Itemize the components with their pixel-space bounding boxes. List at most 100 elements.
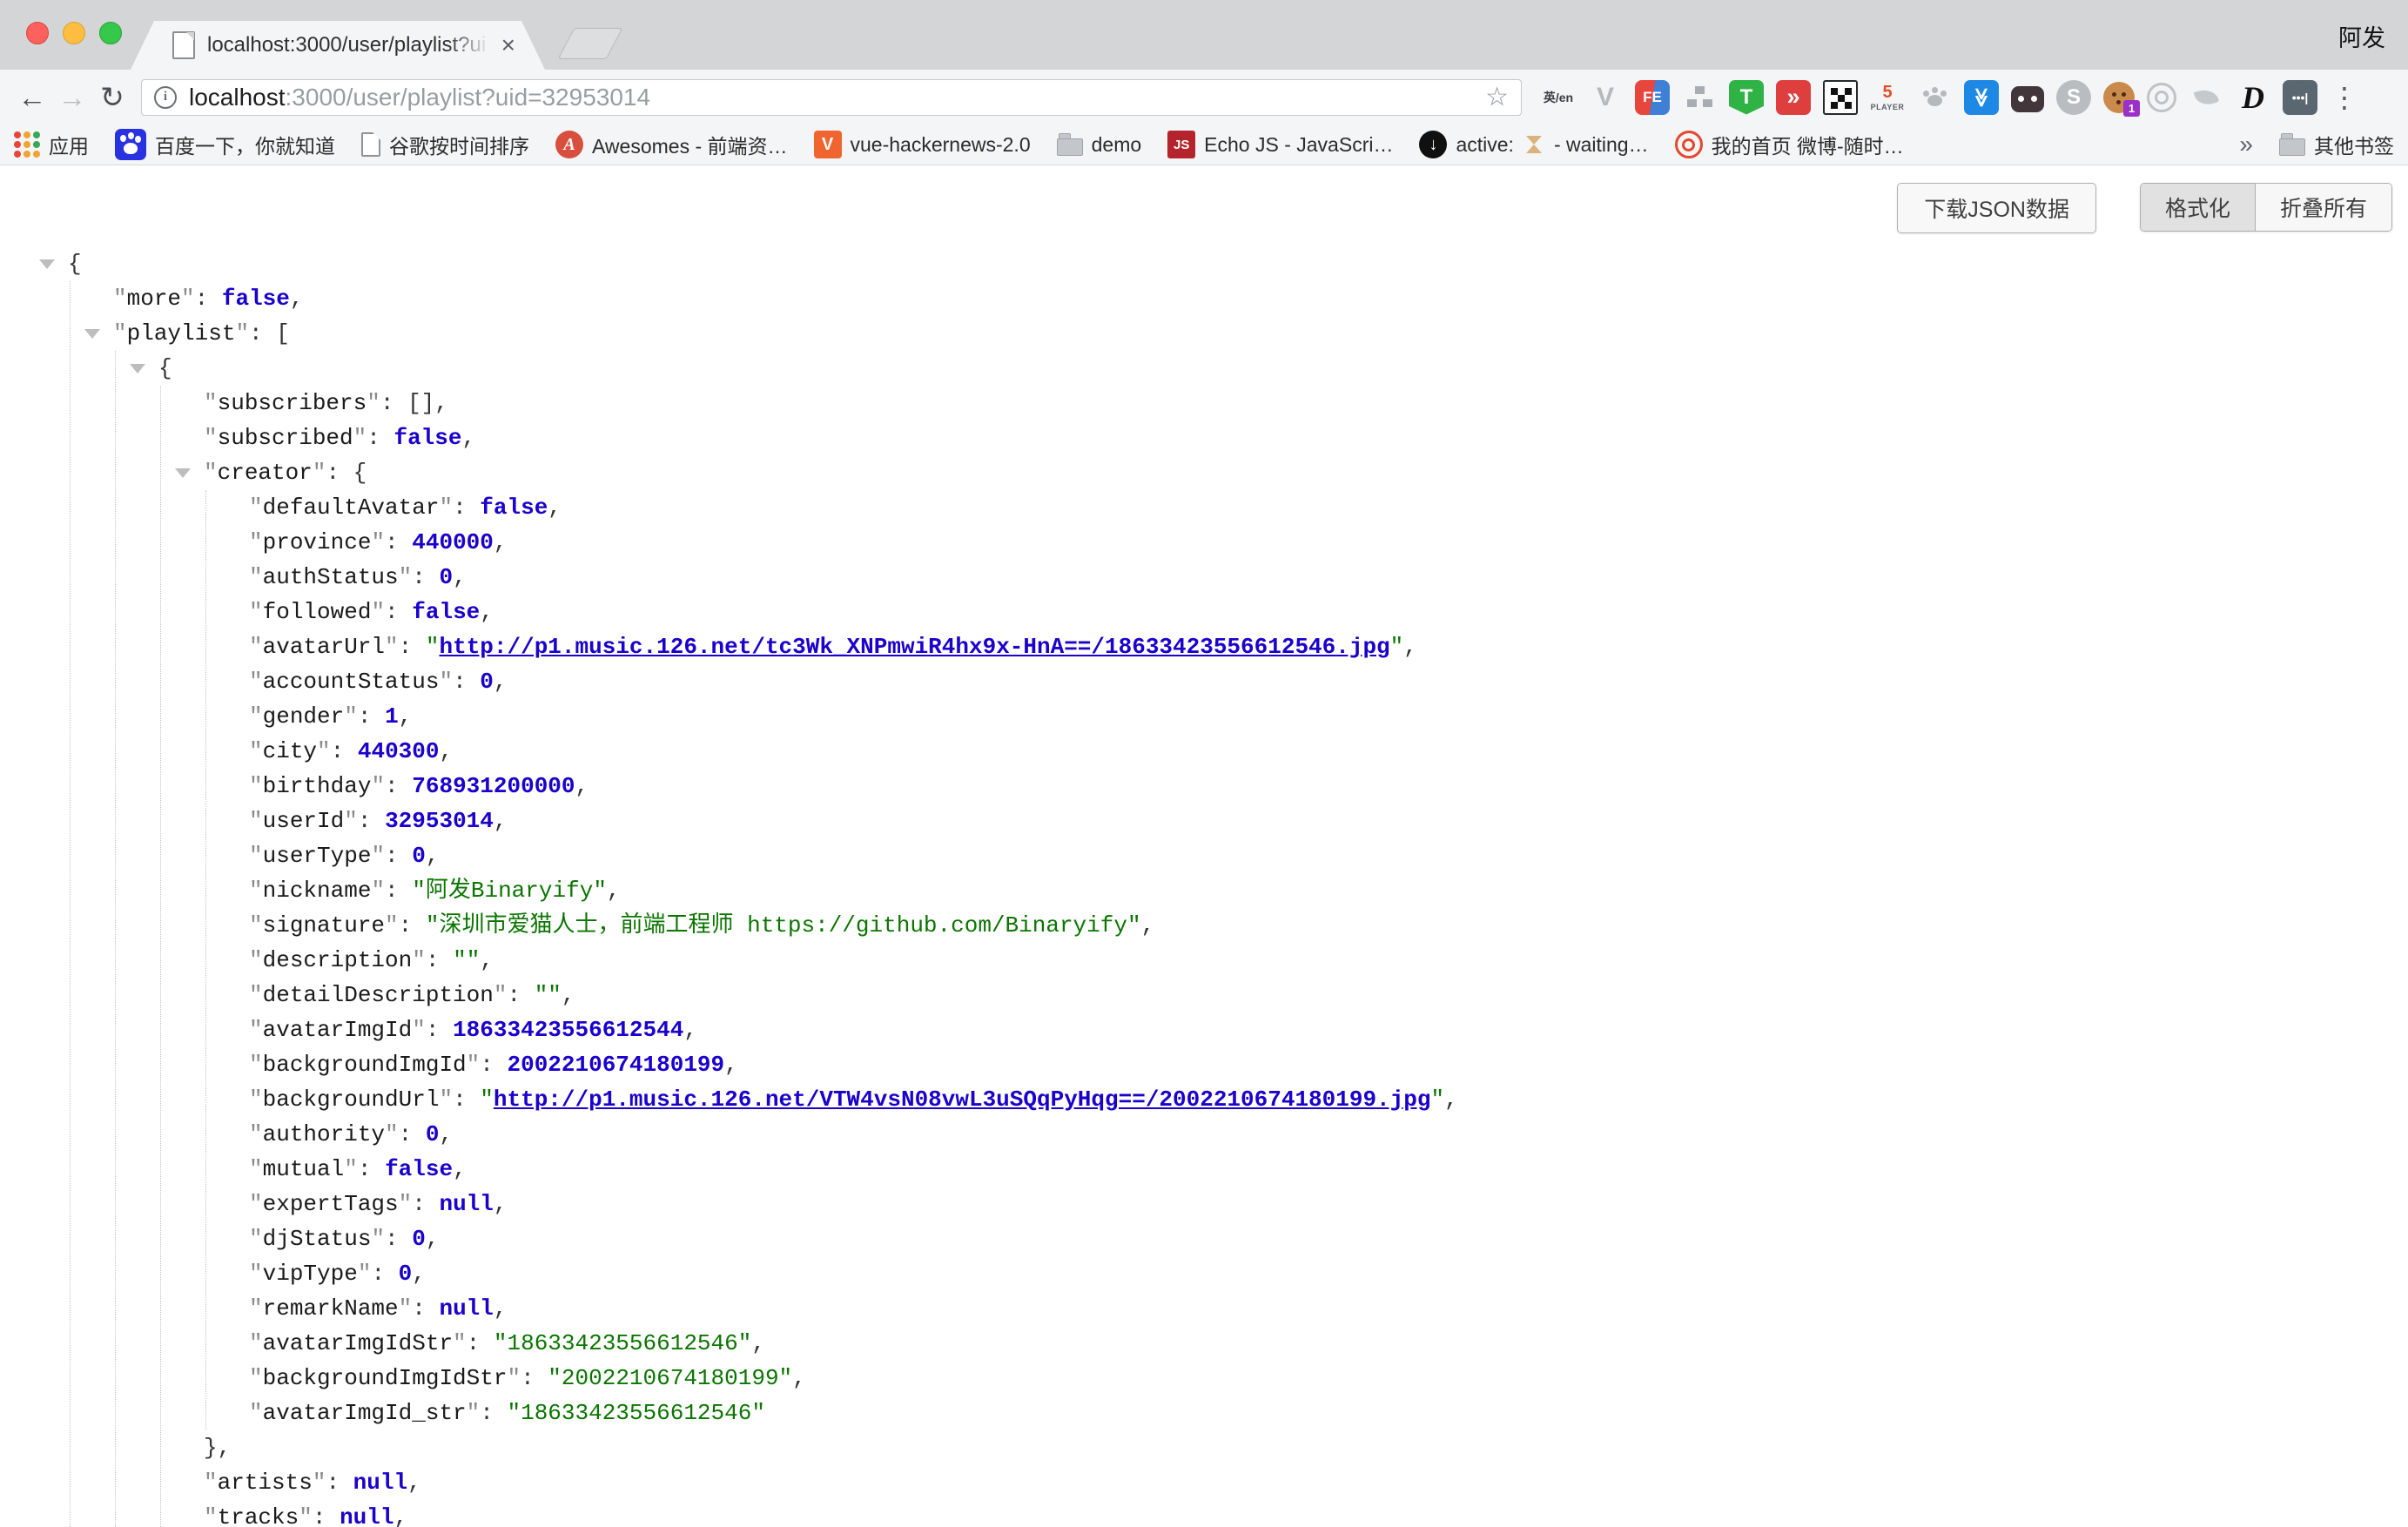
bookmark-apps[interactable]: 应用 <box>14 130 89 159</box>
new-tab-button[interactable] <box>557 28 622 59</box>
bookmark-label: - waiting… <box>1554 133 1649 157</box>
json-line: "artists": null, <box>0 1465 2408 1500</box>
collapse-triangle-icon[interactable] <box>175 468 191 478</box>
vue-devtools-icon[interactable]: V <box>1588 80 1623 115</box>
page-content: 下载JSON数据 格式化 折叠所有 {"more": false,"playli… <box>0 165 2408 1527</box>
bookmark-demo[interactable]: demo <box>1057 133 1142 157</box>
d-logo-icon[interactable]: D <box>2236 80 2270 115</box>
collapse-triangle-icon[interactable] <box>130 364 145 373</box>
forward-button[interactable]: → <box>52 83 92 111</box>
toolbar: ← → ↻ i localhost:3000/user/playlist?uid… <box>0 70 2408 124</box>
bookmark-label: 应用 <box>49 130 89 159</box>
json-line: { <box>0 246 2408 281</box>
bookmarks-overflow-icon[interactable]: » <box>2239 131 2253 158</box>
json-line: "userType": 0, <box>0 838 2408 873</box>
collapse-all-button[interactable]: 折叠所有 <box>2256 184 2391 231</box>
json-line: "city": 440300, <box>0 734 2408 769</box>
json-line: "remarkName": null, <box>0 1291 2408 1326</box>
collapse-triangle-icon[interactable] <box>84 329 100 339</box>
apps-grid-icon <box>14 131 40 158</box>
json-line: "defaultAvatar": false, <box>0 490 2408 525</box>
bookmark-weibo[interactable]: 我的首页 微博-随时… <box>1675 130 1904 159</box>
qrcode-icon[interactable] <box>1823 80 1858 115</box>
indent-guide <box>115 351 116 1527</box>
bookmark-star-icon[interactable]: ☆ <box>1485 84 1509 111</box>
tab-strip: localhost:3000/user/playlist?ui × 阿发 <box>0 0 2408 70</box>
json-line: "avatarImgId_str": "18633423556612546" <box>0 1396 2408 1430</box>
back-button[interactable]: ← <box>12 83 52 111</box>
bookmark-label: 谷歌按时间排序 <box>389 130 529 159</box>
json-line: "birthday": 768931200000, <box>0 769 2408 804</box>
tampermonkey-icon[interactable]: T <box>1729 80 1764 115</box>
json-line: "vipType": 0, <box>0 1256 2408 1291</box>
chrome-menu-icon[interactable]: ⋮ <box>2330 81 2359 114</box>
video-speed-icon[interactable]: » <box>1776 80 1811 115</box>
json-line: "authority": 0, <box>0 1117 2408 1152</box>
json-line: "province": 440000, <box>0 525 2408 560</box>
tab-title: localhost:3000/user/playlist?ui <box>207 33 493 57</box>
json-line: "userId": 32953014, <box>0 804 2408 838</box>
password-dots-icon[interactable]: •••| <box>2283 80 2317 115</box>
window-close-button[interactable] <box>26 22 49 44</box>
url-bar[interactable]: i localhost:3000/user/playlist?uid=32953… <box>141 79 1522 116</box>
download-json-button[interactable]: 下载JSON数据 <box>1897 183 2096 233</box>
bird-icon[interactable] <box>2189 80 2223 115</box>
echojs-icon: JS <box>1167 131 1195 158</box>
active-tab[interactable]: localhost:3000/user/playlist?ui × <box>131 21 545 70</box>
bookmark-label: 我的首页 微博-随时… <box>1712 130 1904 159</box>
url-link[interactable]: http://p1.music.126.net/VTW4vsN08vwL3uSQ… <box>494 1086 1431 1113</box>
page-favicon-icon <box>172 31 195 59</box>
window-minimize-button[interactable] <box>63 22 85 44</box>
json-actions: 下载JSON数据 格式化 折叠所有 <box>1897 183 2392 233</box>
folder-icon <box>2279 138 2305 156</box>
mask-icon[interactable] <box>2011 86 2044 112</box>
collapse-triangle-icon[interactable] <box>39 259 55 269</box>
bookmark-label: Echo JS - JavaScri… <box>1204 133 1393 157</box>
baidu-icon <box>115 129 146 160</box>
fehelper-icon[interactable]: FE <box>1635 80 1670 115</box>
json-line: "backgroundImgId": 2002210674180199, <box>0 1047 2408 1082</box>
indent-guide <box>160 386 161 1527</box>
bookmark-baidu[interactable]: 百度一下，你就知道 <box>115 129 335 160</box>
json-line: "followed": false, <box>0 595 2408 629</box>
other-bookmarks-button[interactable]: 其他书签 <box>2279 130 2394 159</box>
html5-player-icon[interactable]: 5PLAYER <box>1870 80 1905 115</box>
url-text: localhost:3000/user/playlist?uid=3295301… <box>189 84 1485 111</box>
url-link[interactable]: http://p1.music.126.net/tc3Wk_XNPmwiR4hx… <box>439 634 1389 660</box>
bookmark-google-sorted[interactable]: 谷歌按时间排序 <box>361 130 529 159</box>
bookmark-echojs[interactable]: JS Echo JS - JavaScri… <box>1167 131 1393 158</box>
json-line: "accountStatus": 0, <box>0 664 2408 699</box>
window-zoom-button[interactable] <box>99 22 122 44</box>
bookmark-active[interactable]: ↓active:- waiting… <box>1419 131 1648 158</box>
vue-icon: V <box>814 131 842 158</box>
reload-button[interactable]: ↻ <box>92 83 132 111</box>
weibo-gray-icon[interactable] <box>2147 83 2176 112</box>
sitemap-icon[interactable] <box>1682 80 1717 115</box>
indent-guide <box>70 281 71 1527</box>
json-line: "backgroundImgIdStr": "2002210674180199"… <box>0 1361 2408 1396</box>
window-controls <box>26 22 122 44</box>
json-line: "description": "", <box>0 943 2408 978</box>
bookmark-vue-hackernews[interactable]: Vvue-hackernews-2.0 <box>814 131 1031 158</box>
json-line: "subscribed": false, <box>0 420 2408 455</box>
json-line: "avatarImgIdStr": "18633423556612546", <box>0 1326 2408 1361</box>
bookmark-awesomes[interactable]: AAwesomes - 前端资… <box>555 130 788 159</box>
extension-icons: 英/enVFET»5PLAYER≫S1D•••| <box>1541 80 2317 115</box>
extension-badge: 1 <box>2123 100 2140 117</box>
bookmarks-bar: 应用 百度一下，你就知道 谷歌按时间排序 AAwesomes - 前端资… Vvue-h… <box>0 124 2408 165</box>
profile-name[interactable]: 阿发 <box>2338 19 2385 53</box>
json-line: "signature": "深圳市爱猫人士，前端工程师 https://gith… <box>0 908 2408 943</box>
url-host: localhost <box>189 84 286 111</box>
bookmark-label: 百度一下，你就知道 <box>155 130 335 159</box>
url-path: :3000/user/playlist?uid=32953014 <box>286 84 651 111</box>
paw-icon[interactable] <box>1917 80 1952 115</box>
tab-close-icon[interactable]: × <box>501 33 515 57</box>
vimium-icon[interactable]: ≫ <box>1964 80 1999 115</box>
page-info-icon[interactable]: i <box>154 86 177 109</box>
monkey-icon[interactable]: 1 <box>2103 82 2135 113</box>
s-circle-icon[interactable]: S <box>2056 80 2091 115</box>
format-button[interactable]: 格式化 <box>2141 184 2256 231</box>
bookmark-label: Awesomes - 前端资… <box>592 130 788 159</box>
translate-icon[interactable]: 英/en <box>1541 80 1576 115</box>
json-line: "detailDescription": "", <box>0 978 2408 1012</box>
